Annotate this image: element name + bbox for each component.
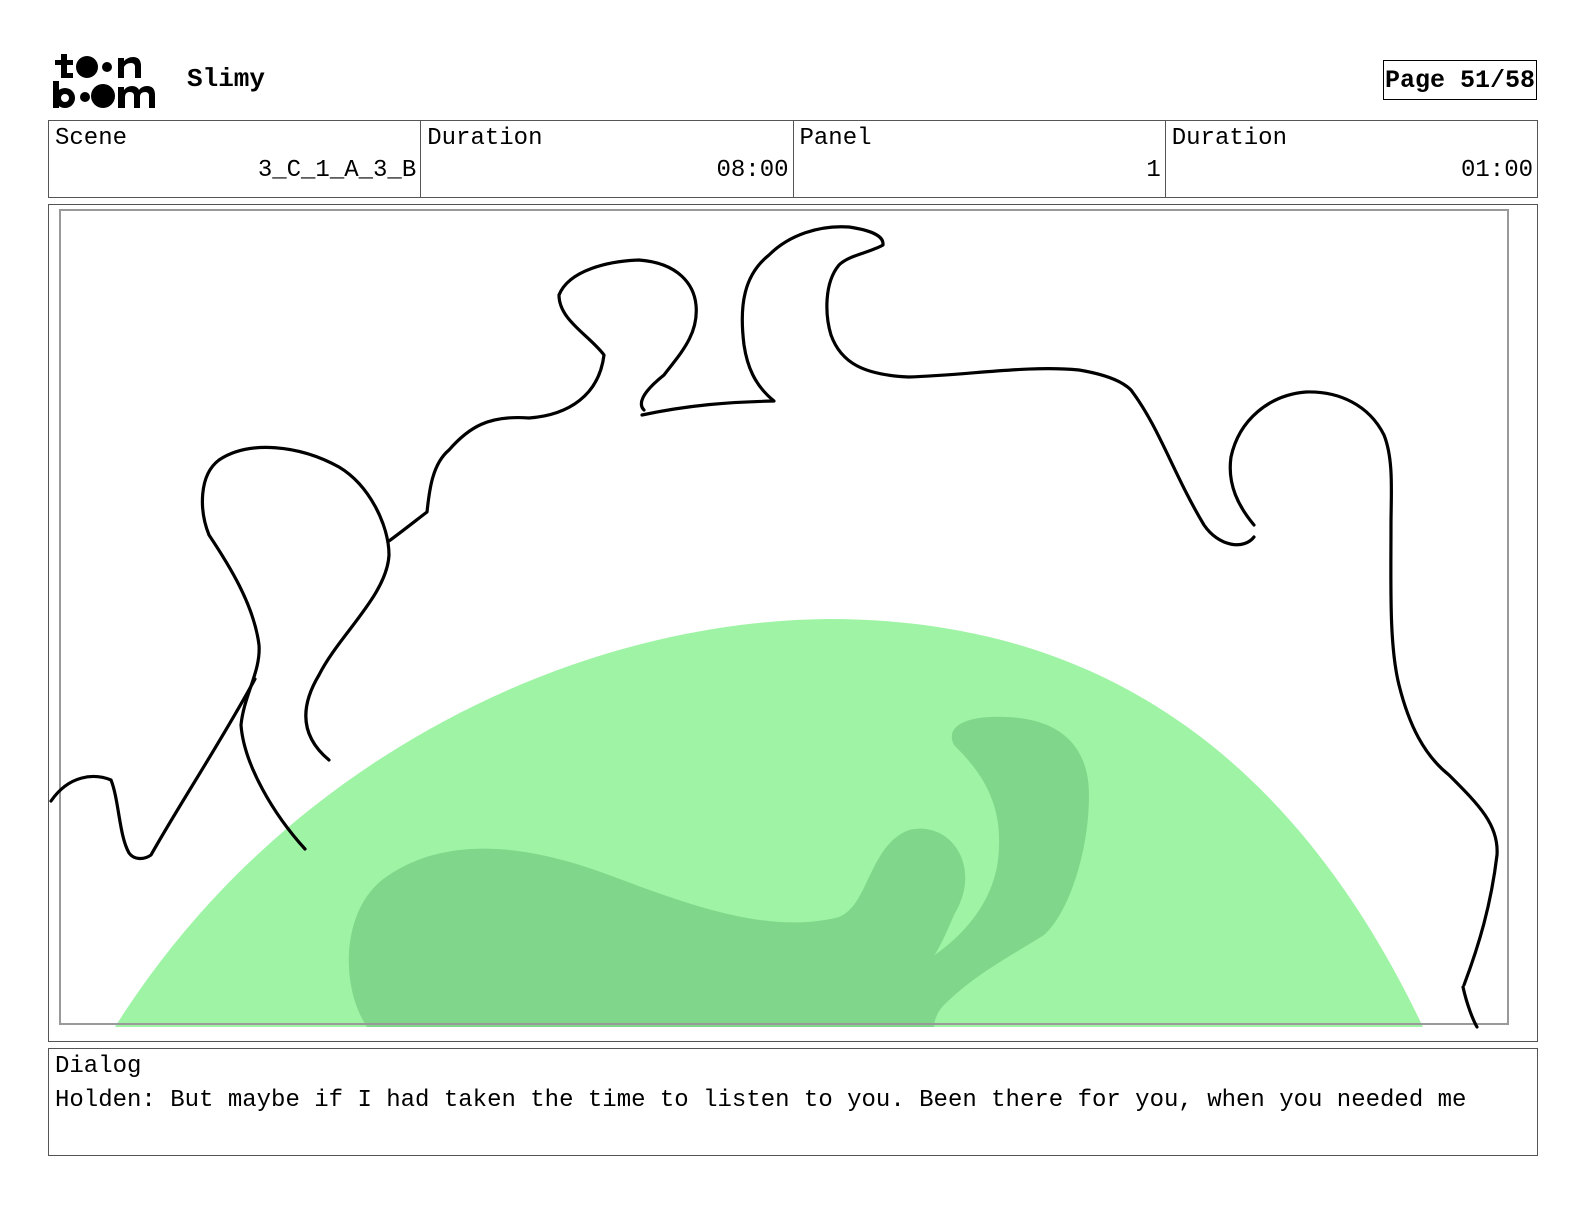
dialog-text: Holden: But maybe if I had taken the tim… [55, 1087, 1467, 1114]
panel-duration-label: Duration [1171, 125, 1287, 152]
panel-value: 1 [1146, 157, 1161, 184]
panel-duration-cell: Duration 01:00 [1166, 121, 1537, 197]
scene-duration-cell: Duration 08:00 [421, 121, 794, 197]
scene-value: 3_C_1_A_3_B [257, 157, 417, 184]
toon-boom-logo [52, 50, 164, 112]
panel-cell: Panel 1 [794, 121, 1166, 197]
scene-duration-label: Duration [427, 125, 543, 152]
dialog-label: Dialog [55, 1053, 142, 1080]
scene-cell: Scene 3_C_1_A_3_B [49, 121, 422, 197]
project-title: Slimy [187, 64, 266, 94]
scene-duration-value: 08:00 [716, 157, 789, 184]
panel-info-table: Scene 3_C_1_A_3_B Duration 08:00 Panel 1… [48, 120, 1538, 198]
storyboard-panel [48, 204, 1538, 1042]
panel-drawing [49, 209, 1509, 1029]
page-indicator: Page 51/58 [1383, 60, 1537, 100]
scene-label: Scene [55, 125, 128, 152]
panel-duration-value: 01:00 [1460, 157, 1533, 184]
panel-label: Panel [799, 125, 872, 152]
dialog-box: Dialog Holden: But maybe if I had taken … [48, 1048, 1538, 1156]
